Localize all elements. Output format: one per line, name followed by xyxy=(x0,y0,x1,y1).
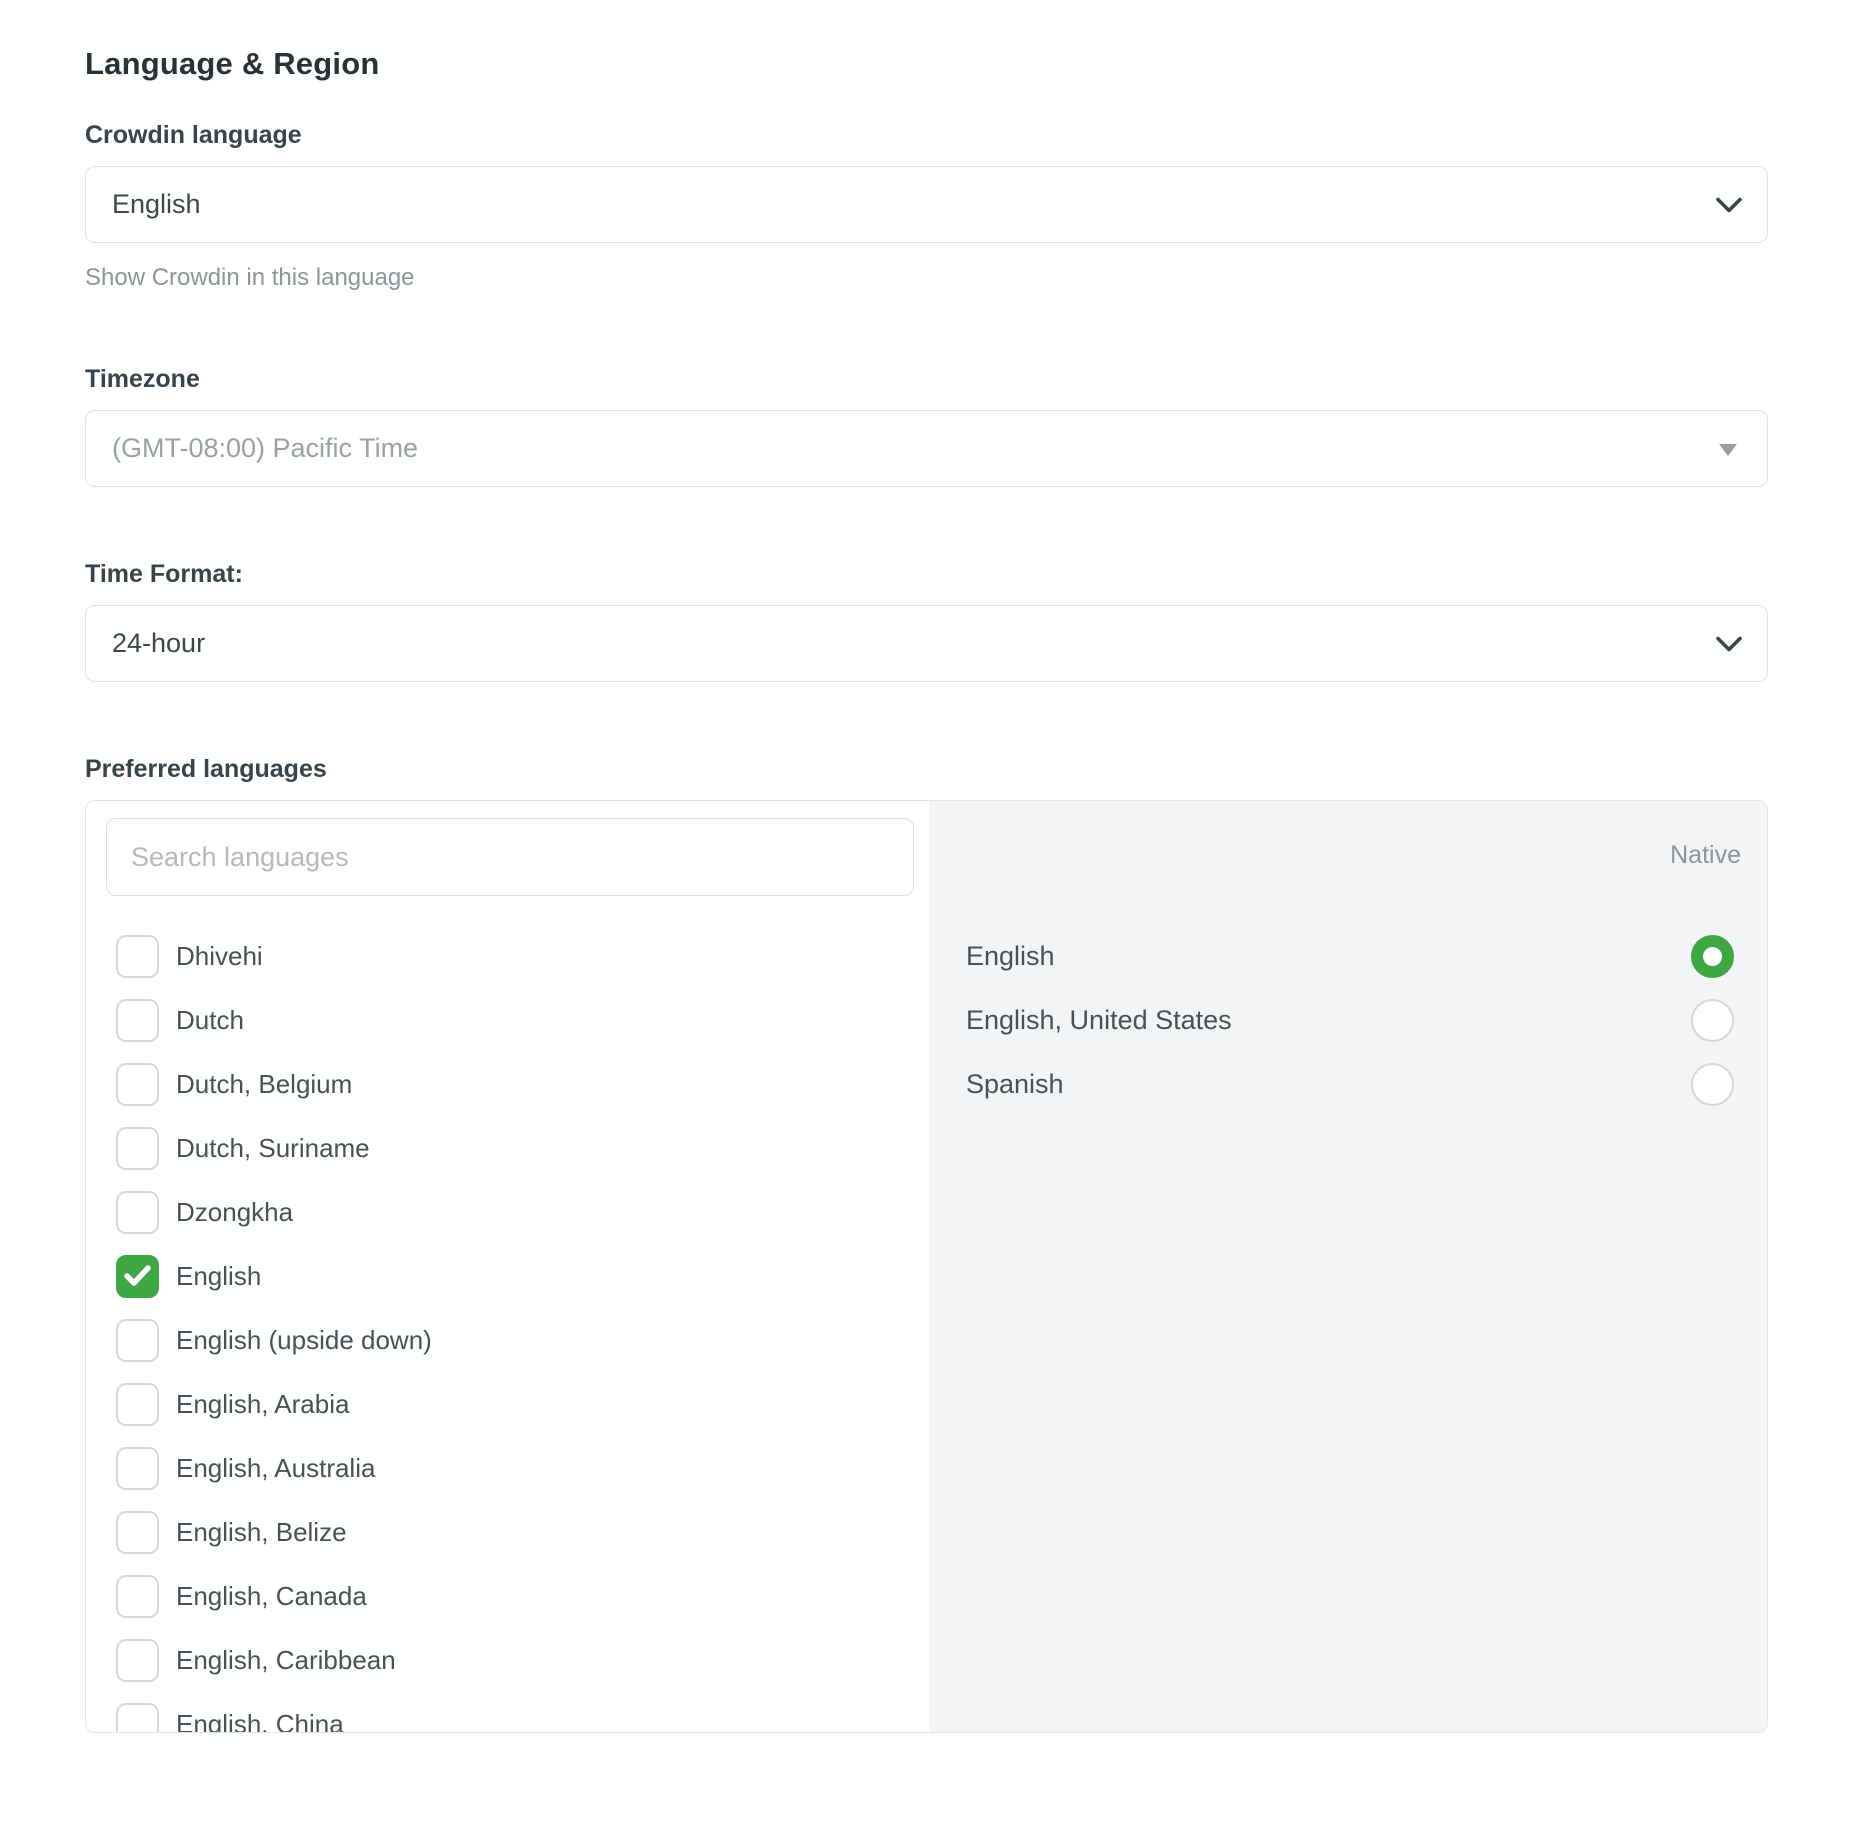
language-list-item[interactable]: English, China xyxy=(86,1692,929,1733)
language-label: English, Australia xyxy=(176,1453,375,1484)
language-checkbox[interactable] xyxy=(116,1703,159,1734)
language-list-item[interactable]: English, Caribbean xyxy=(86,1628,929,1692)
language-label: English, Arabia xyxy=(176,1389,349,1420)
language-list-item[interactable]: English, Arabia xyxy=(86,1372,929,1436)
language-label: Dutch, Belgium xyxy=(176,1069,352,1100)
language-label: English xyxy=(176,1261,261,1292)
time-format-value: 24-hour xyxy=(112,628,1697,659)
language-checkbox[interactable] xyxy=(116,1191,159,1234)
chevron-down-icon xyxy=(1715,196,1743,213)
language-label: Dutch xyxy=(176,1005,244,1036)
crowdin-language-help: Show Crowdin in this language xyxy=(85,263,1768,292)
native-column-header: Native xyxy=(929,801,1767,870)
native-radio[interactable] xyxy=(1691,935,1734,978)
chevron-down-icon xyxy=(1715,635,1743,652)
native-list-item[interactable]: English, United States xyxy=(929,988,1767,1052)
time-format-label: Time Format: xyxy=(85,559,1768,589)
language-list-item[interactable]: English, Australia xyxy=(86,1436,929,1500)
crowdin-language-label: Crowdin language xyxy=(85,120,1768,150)
language-checkbox[interactable] xyxy=(116,935,159,978)
page-title: Language & Region xyxy=(85,46,1768,82)
native-radio-list: English English, United States Spanish xyxy=(929,924,1767,1116)
language-list-item[interactable]: English, Canada xyxy=(86,1564,929,1628)
language-label: Dhivehi xyxy=(176,941,263,972)
language-label: English (upside down) xyxy=(176,1325,432,1356)
language-checkbox[interactable] xyxy=(116,1063,159,1106)
crowdin-language-value: English xyxy=(112,189,1697,220)
language-label: Dzongkha xyxy=(176,1197,293,1228)
language-checkbox[interactable] xyxy=(116,1639,159,1682)
language-list-item[interactable]: English, Belize xyxy=(86,1500,929,1564)
settings-page: Language & Region Crowdin language Engli… xyxy=(0,0,1873,1733)
triangle-down-icon xyxy=(1719,444,1737,456)
checkmark-icon xyxy=(124,1265,151,1287)
language-label: English, Caribbean xyxy=(176,1645,396,1676)
language-list-item[interactable]: English (upside down) xyxy=(86,1308,929,1372)
language-label: English, China xyxy=(176,1709,344,1734)
timezone-label: Timezone xyxy=(85,364,1768,394)
language-label: English, Canada xyxy=(176,1581,367,1612)
timezone-value: (GMT-08:00) Pacific Time xyxy=(112,433,1697,464)
language-list-item[interactable]: Dzongkha xyxy=(86,1180,929,1244)
language-checkbox[interactable] xyxy=(116,999,159,1042)
language-checkbox[interactable] xyxy=(116,1575,159,1618)
timezone-select[interactable]: (GMT-08:00) Pacific Time xyxy=(85,410,1768,487)
preferred-languages-panel: Dhivehi Dutch xyxy=(85,800,1768,1733)
language-checkbox[interactable] xyxy=(116,1255,159,1298)
language-checkbox[interactable] xyxy=(116,1127,159,1170)
search-languages-input[interactable] xyxy=(106,818,914,896)
language-list-item[interactable]: English xyxy=(86,1244,929,1308)
preferred-languages-label: Preferred languages xyxy=(85,754,1768,784)
native-language-label: Spanish xyxy=(966,1069,1064,1100)
native-language-panel: Native English English, United States Sp… xyxy=(929,801,1767,1732)
language-checkbox[interactable] xyxy=(116,1447,159,1490)
native-list-item[interactable]: English xyxy=(929,924,1767,988)
language-checkbox-list: Dhivehi Dutch xyxy=(86,924,929,1733)
native-radio[interactable] xyxy=(1691,999,1734,1042)
language-list-item[interactable]: Dutch, Belgium xyxy=(86,1052,929,1116)
native-radio[interactable] xyxy=(1691,1063,1734,1106)
native-list-item[interactable]: Spanish xyxy=(929,1052,1767,1116)
native-language-label: English xyxy=(966,941,1055,972)
time-format-select[interactable]: 24-hour xyxy=(85,605,1768,682)
language-list-item[interactable]: Dhivehi xyxy=(86,924,929,988)
language-checkbox[interactable] xyxy=(116,1319,159,1362)
language-list-item[interactable]: Dutch, Suriname xyxy=(86,1116,929,1180)
language-label: Dutch, Suriname xyxy=(176,1133,370,1164)
language-list-item[interactable]: Dutch xyxy=(86,988,929,1052)
native-language-label: English, United States xyxy=(966,1005,1232,1036)
language-label: English, Belize xyxy=(176,1517,347,1548)
language-checkbox[interactable] xyxy=(116,1511,159,1554)
crowdin-language-select[interactable]: English xyxy=(85,166,1768,243)
language-search-panel: Dhivehi Dutch xyxy=(86,801,929,1732)
language-checkbox[interactable] xyxy=(116,1383,159,1426)
